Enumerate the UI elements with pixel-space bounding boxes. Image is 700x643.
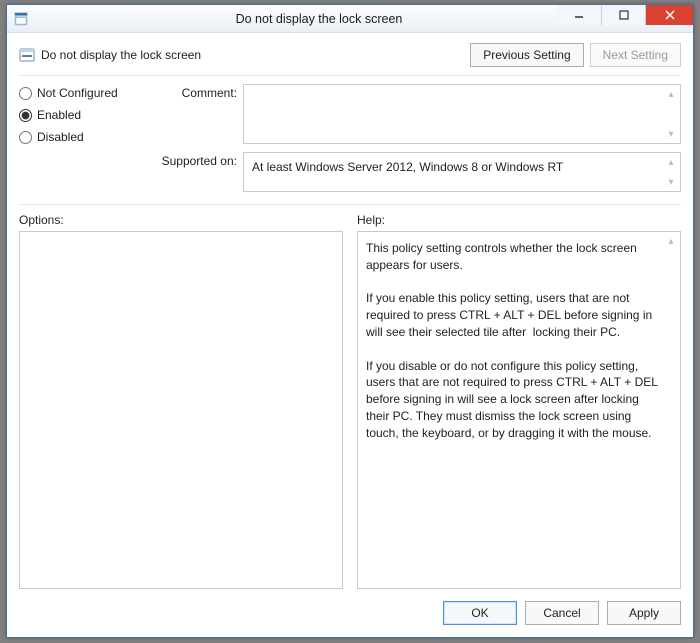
help-label: Help: (357, 213, 681, 227)
client-area: Do not display the lock screen Previous … (7, 33, 693, 637)
next-setting-button[interactable]: Next Setting (590, 43, 681, 67)
radio-enabled[interactable]: Enabled (19, 108, 157, 122)
comment-label: Comment: (161, 84, 239, 144)
radio-disabled[interactable]: Disabled (19, 130, 157, 144)
dialog-window: Do not display the lock screen (6, 4, 694, 638)
policy-title: Do not display the lock screen (41, 48, 201, 62)
scroll-up-icon[interactable]: ▴ (664, 155, 678, 169)
supported-field: At least Windows Server 2012, Windows 8 … (243, 152, 681, 192)
lower-grid: Options: Help: This policy setting contr… (19, 213, 681, 589)
radio-disabled-input[interactable] (19, 131, 32, 144)
titlebar[interactable]: Do not display the lock screen (7, 5, 693, 33)
radio-not-configured[interactable]: Not Configured (19, 86, 157, 100)
ok-button[interactable]: OK (443, 601, 517, 625)
options-label: Options: (19, 213, 343, 227)
upper-grid: Not Configured Enabled Disabled Comment:… (19, 84, 681, 192)
options-pane (19, 231, 343, 589)
minimize-button[interactable] (557, 5, 601, 25)
supported-text: At least Windows Server 2012, Windows 8 … (244, 153, 680, 181)
help-pane: This policy setting controls whether the… (357, 231, 681, 589)
radio-not-configured-label: Not Configured (37, 86, 118, 100)
window-controls (557, 5, 693, 25)
radio-not-configured-input[interactable] (19, 87, 32, 100)
radio-disabled-label: Disabled (37, 130, 84, 144)
radio-enabled-label: Enabled (37, 108, 81, 122)
maximize-button[interactable] (601, 5, 645, 25)
help-text: This policy setting controls whether the… (358, 232, 680, 450)
supported-label: Supported on: (161, 152, 239, 192)
scroll-down-icon[interactable]: ▾ (664, 175, 678, 189)
comment-text (244, 85, 680, 97)
close-button[interactable] (645, 5, 693, 25)
policy-icon (19, 47, 35, 63)
radio-enabled-input[interactable] (19, 109, 32, 122)
scroll-down-icon[interactable]: ▾ (664, 127, 678, 141)
separator (19, 204, 681, 205)
app-icon (7, 5, 35, 32)
separator (19, 75, 681, 76)
footer-buttons: OK Cancel Apply (19, 589, 681, 625)
apply-button[interactable]: Apply (607, 601, 681, 625)
comment-field[interactable]: ▴ ▾ (243, 84, 681, 144)
scroll-up-icon[interactable]: ▴ (664, 234, 678, 248)
state-radios: Not Configured Enabled Disabled (19, 84, 157, 192)
scroll-up-icon[interactable]: ▴ (664, 87, 678, 101)
cancel-button[interactable]: Cancel (525, 601, 599, 625)
previous-setting-button[interactable]: Previous Setting (470, 43, 583, 67)
header-row: Do not display the lock screen Previous … (19, 43, 681, 67)
